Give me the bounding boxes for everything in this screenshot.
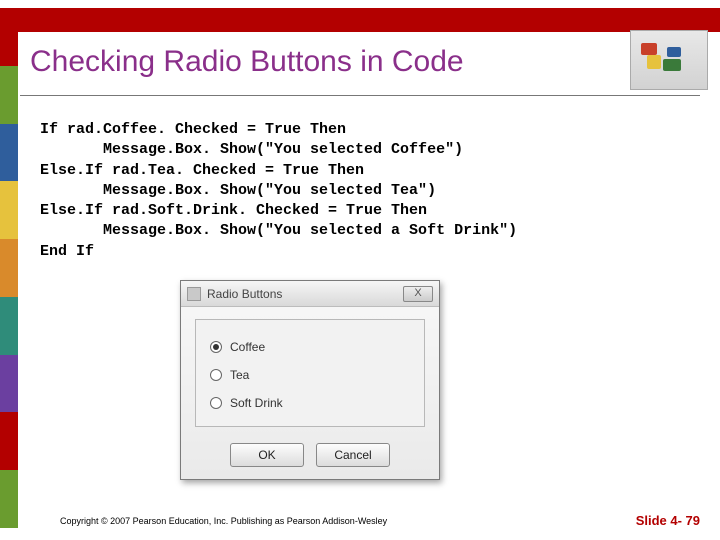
dialog-title: Radio Buttons — [207, 287, 403, 301]
ok-button[interactable]: OK — [230, 443, 304, 467]
radio-option-tea[interactable]: Tea — [210, 368, 410, 382]
title-underline — [20, 95, 700, 96]
dialog-button-row: OK Cancel — [181, 437, 439, 479]
code-sample: If rad.Coffee. Checked = True Then Messa… — [40, 120, 517, 262]
radio-label: Soft Drink — [230, 396, 283, 410]
top-accent-bar — [0, 8, 720, 32]
close-button[interactable]: X — [403, 286, 433, 302]
radio-option-softdrink[interactable]: Soft Drink — [210, 396, 410, 410]
cancel-button[interactable]: Cancel — [316, 443, 390, 467]
radio-option-coffee[interactable]: Coffee — [210, 340, 410, 354]
dialog-titlebar: Radio Buttons X — [181, 281, 439, 307]
radio-label: Coffee — [230, 340, 265, 354]
radio-icon — [210, 369, 222, 381]
radio-icon — [210, 397, 222, 409]
sample-dialog-window: Radio Buttons X Coffee Tea Soft Drink OK… — [180, 280, 440, 480]
window-icon — [187, 287, 201, 301]
slide-title: Checking Radio Buttons in Code — [30, 45, 464, 79]
slide-number: Slide 4- 79 — [636, 513, 700, 528]
copyright-text: Copyright © 2007 Pearson Education, Inc.… — [60, 516, 387, 526]
radio-group: Coffee Tea Soft Drink — [195, 319, 425, 427]
left-color-stripe — [0, 8, 18, 528]
book-cover-thumbnail — [630, 30, 708, 90]
radio-icon — [210, 341, 222, 353]
radio-label: Tea — [230, 368, 249, 382]
